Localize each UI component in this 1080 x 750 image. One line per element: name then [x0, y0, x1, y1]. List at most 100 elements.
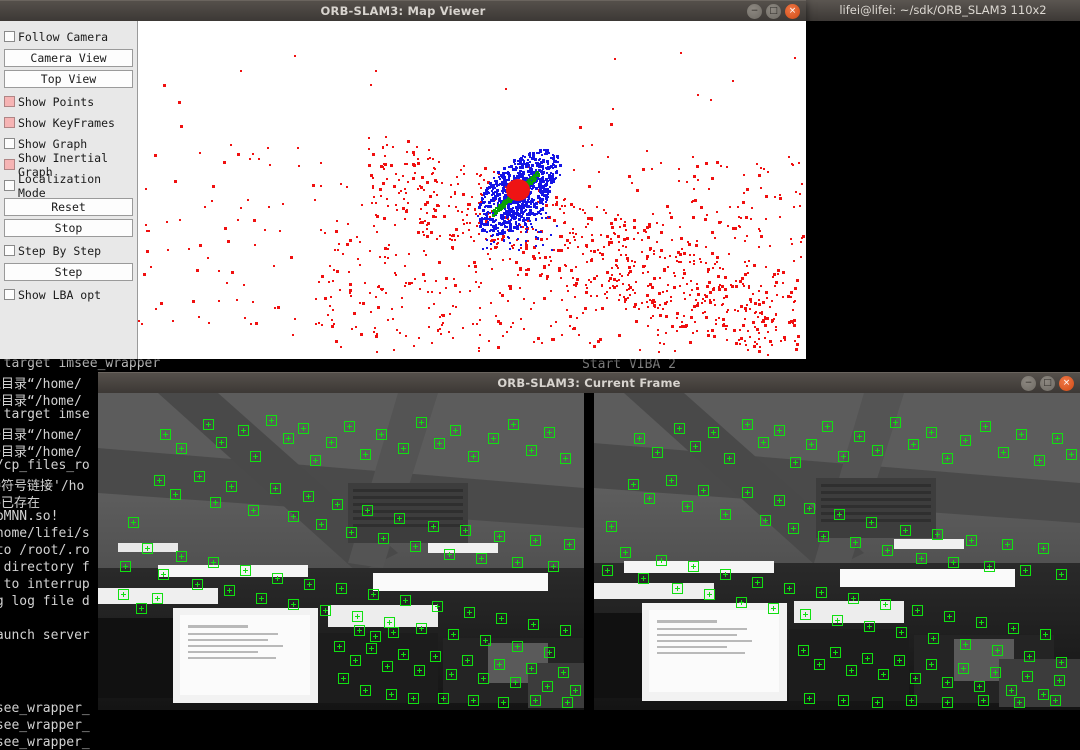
map-point	[685, 283, 688, 286]
map-point	[519, 318, 522, 321]
feature-keypoint	[942, 453, 953, 464]
close-icon[interactable]: ×	[1059, 376, 1074, 391]
map-point	[777, 273, 780, 276]
map-point	[711, 329, 715, 333]
terminal-titlebar[interactable]: lifei@lifei: ~/sdk/ORB_SLAM3 110x2	[806, 0, 1080, 22]
checkbox-follow-camera[interactable]: Follow Camera	[4, 26, 133, 47]
map-point	[778, 196, 782, 200]
feature-keypoint	[620, 547, 631, 558]
map-point	[386, 178, 389, 181]
map-point	[681, 277, 684, 280]
top-view-button[interactable]: Top View	[4, 70, 133, 88]
map-viewer-body: Follow Camera Camera View Top View Show …	[0, 21, 806, 359]
feature-keypoint	[332, 499, 343, 510]
map-point	[426, 222, 430, 226]
map-point	[696, 178, 699, 181]
map-point	[790, 295, 793, 298]
checkbox-localization-mode[interactable]: Localization Mode	[4, 172, 133, 200]
maximize-icon[interactable]: □	[1040, 376, 1055, 391]
map-point	[562, 221, 565, 224]
feature-keypoint	[283, 433, 294, 444]
keyframe-point	[480, 220, 483, 223]
map-point	[516, 274, 519, 277]
feature-keypoint	[906, 695, 917, 706]
map-point	[584, 243, 588, 247]
keyframe-point	[550, 178, 553, 181]
keyframe-point	[503, 167, 506, 170]
map-point	[721, 302, 724, 305]
current-frame-window[interactable]: ORB-SLAM3: Current Frame − □ ×	[98, 372, 1080, 710]
feature-keypoint	[1006, 685, 1017, 696]
map-point	[584, 283, 587, 286]
keyframe-point	[541, 176, 544, 179]
camera-view-button[interactable]: Camera View	[4, 49, 133, 67]
map-point	[651, 213, 654, 216]
map-point	[479, 213, 482, 216]
reset-button[interactable]: Reset	[4, 198, 133, 216]
map-point	[473, 239, 476, 242]
close-icon[interactable]: ×	[785, 4, 800, 19]
map-point	[768, 306, 771, 309]
feature-keypoint	[528, 619, 539, 630]
feature-keypoint	[774, 495, 785, 506]
left-camera-view[interactable]	[98, 393, 584, 710]
feature-keypoint	[788, 523, 799, 534]
map-point	[787, 156, 790, 159]
map-point-cloud-canvas[interactable]	[138, 21, 806, 359]
keyframe-point	[487, 218, 489, 221]
feature-keypoint	[382, 661, 393, 672]
feature-keypoint	[830, 647, 841, 658]
feature-keypoint	[494, 659, 505, 670]
keyframe-point	[531, 226, 534, 229]
map-point	[584, 306, 588, 310]
map-point	[320, 275, 324, 279]
map-point	[757, 245, 760, 248]
checkbox-show-points[interactable]: Show Points	[4, 91, 133, 112]
minimize-icon[interactable]: −	[1021, 376, 1036, 391]
map-point	[713, 298, 716, 301]
map-point	[381, 288, 384, 291]
step-button[interactable]: Step	[4, 263, 133, 281]
map-point	[153, 153, 157, 157]
keyframe-point	[490, 235, 493, 238]
feature-keypoint	[760, 515, 771, 526]
map-point	[531, 228, 534, 231]
right-camera-view[interactable]	[594, 393, 1080, 710]
feature-keypoint	[698, 485, 709, 496]
map-point	[693, 198, 697, 202]
checkbox-show-lba-opt[interactable]: Show LBA opt	[4, 284, 133, 305]
keyframe-point	[544, 182, 548, 186]
current-frame-titlebar[interactable]: ORB-SLAM3: Current Frame − □ ×	[98, 372, 1080, 394]
map-point	[574, 233, 577, 236]
map-viewer-window[interactable]: ORB-SLAM3: Map Viewer − □ × Follow Camer…	[0, 0, 806, 359]
keyframe-point	[505, 213, 509, 217]
minimize-icon[interactable]: −	[747, 4, 762, 19]
checkbox-step-by-step[interactable]: Step By Step	[4, 240, 133, 261]
map-point	[338, 288, 341, 291]
map-point	[496, 237, 499, 240]
keyframe-point	[544, 217, 547, 220]
checkbox-show-keyframes[interactable]: Show KeyFrames	[4, 112, 133, 133]
map-point	[569, 269, 573, 273]
map-point	[794, 190, 797, 193]
map-point	[514, 260, 518, 264]
map-point	[588, 341, 591, 344]
stop-button[interactable]: Stop	[4, 219, 133, 237]
map-point	[658, 342, 661, 345]
map-point	[384, 246, 388, 250]
map-point	[738, 226, 741, 229]
keyframe-point	[514, 215, 517, 218]
maximize-icon[interactable]: □	[766, 4, 781, 19]
map-point	[501, 334, 504, 337]
map-viewer-titlebar[interactable]: ORB-SLAM3: Map Viewer − □ ×	[0, 0, 806, 22]
map-point	[705, 284, 709, 288]
map-point	[616, 213, 619, 216]
feature-keypoint	[992, 645, 1003, 656]
map-point	[656, 221, 659, 224]
map-point	[583, 211, 586, 214]
feature-keypoint	[464, 607, 475, 618]
keyframe-point	[481, 248, 484, 251]
map-point	[563, 243, 566, 246]
map-point	[627, 174, 631, 178]
map-point	[680, 237, 684, 241]
